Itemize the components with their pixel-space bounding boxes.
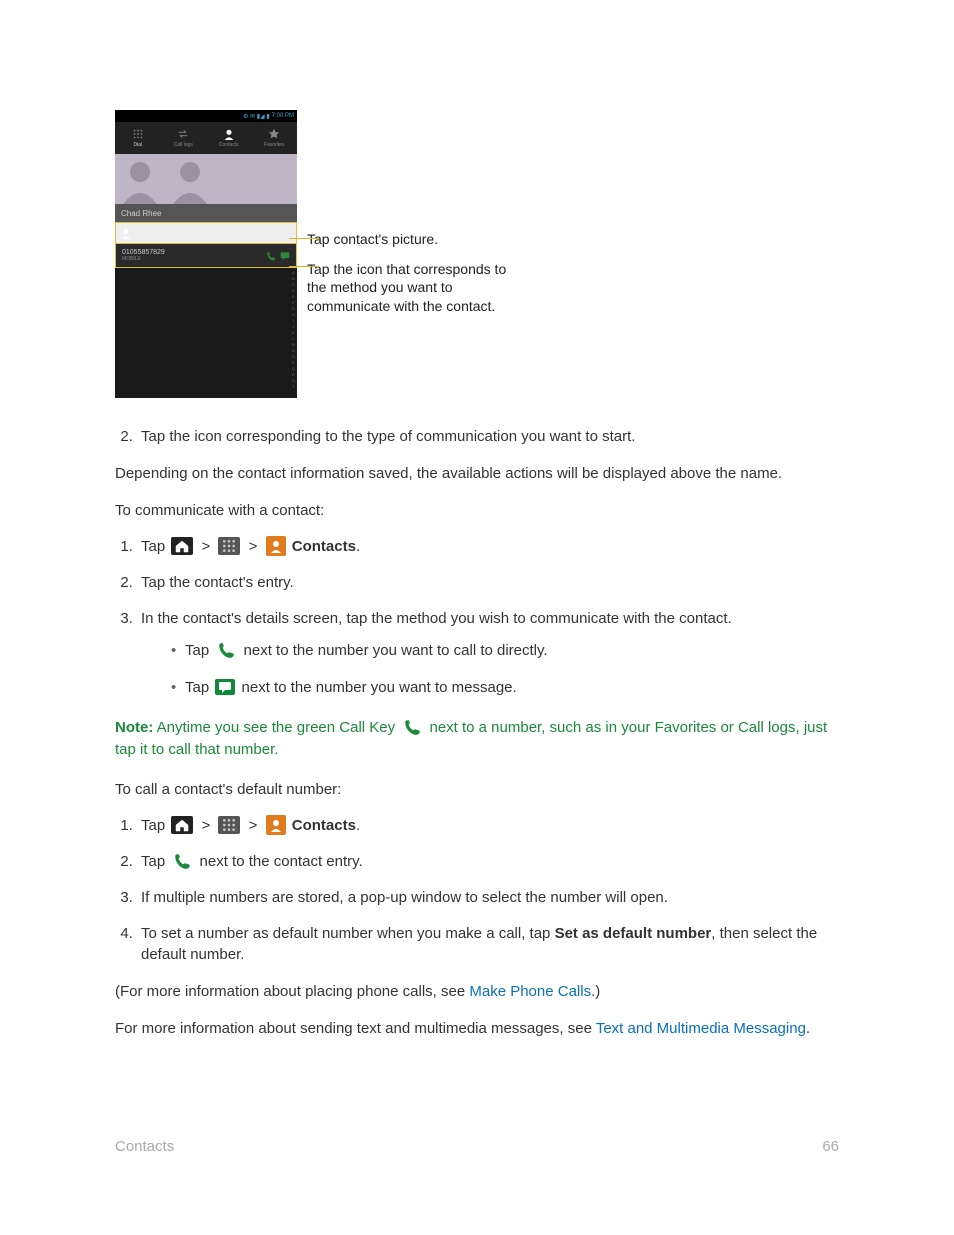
contact-name: Chad Rhee <box>115 204 297 222</box>
callouts: Tap contact's picture. Tap the icon that… <box>307 110 507 315</box>
para-default-number: To call a contact's default number: <box>115 779 839 801</box>
page-footer: Contacts 66 <box>115 1138 839 1155</box>
page: ⚙ ✉ ▮◢ ▮ 7:00 PM Dial Call logs Contacts… <box>0 0 954 1235</box>
apps-grid-icon <box>218 816 240 834</box>
home-icon <box>171 816 193 834</box>
note: Note: Anytime you see the green Call Key… <box>115 717 839 761</box>
tab-calllogs: Call logs <box>161 122 207 154</box>
default-step-2: Tap next to the contact entry. <box>137 851 839 873</box>
para-more-calls: (For more information about placing phon… <box>115 981 839 1003</box>
comm-bullet-call: Tap next to the number you want to call … <box>171 640 839 662</box>
contact-number: 01055857829 <box>122 249 262 256</box>
screenshot-figure: ⚙ ✉ ▮◢ ▮ 7:00 PM Dial Call logs Contacts… <box>115 110 839 398</box>
tab-dial: Dial <box>115 122 161 154</box>
footer-section: Contacts <box>115 1138 174 1155</box>
note-label: Note: <box>115 719 153 736</box>
default-step-1: Tap > > Contacts. <box>137 815 839 837</box>
phone-icon <box>171 852 193 870</box>
footer-page-number: 66 <box>822 1138 839 1155</box>
contacts-label: Contacts <box>292 817 356 834</box>
alpha-index: ABCDEFGHIJKLMNOPQRST <box>292 270 295 390</box>
status-bar: ⚙ ✉ ▮◢ ▮ 7:00 PM <box>115 110 297 122</box>
comm-step-1: Tap > > Contacts. <box>137 536 839 558</box>
comm-step-2: Tap the contact's entry. <box>137 572 839 594</box>
default-step-4: To set a number as default number when y… <box>137 923 839 967</box>
apps-grid-icon <box>218 537 240 555</box>
link-make-phone-calls[interactable]: Make Phone Calls <box>469 983 591 1000</box>
call-icon <box>266 251 276 261</box>
phone-tabs: Dial Call logs Contacts Favorites <box>115 122 297 154</box>
contacts-icon <box>266 815 286 835</box>
para-more-messaging: For more information about sending text … <box>115 1018 839 1040</box>
contacts-label: Contacts <box>292 538 356 555</box>
tab-contacts: Contacts <box>206 122 252 154</box>
para-depending: Depending on the contact information sav… <box>115 463 839 485</box>
callout-1: Tap contact's picture. <box>307 230 507 248</box>
link-text-mms[interactable]: Text and Multimedia Messaging <box>596 1020 806 1037</box>
phone-mockup: ⚙ ✉ ▮◢ ▮ 7:00 PM Dial Call logs Contacts… <box>115 110 297 398</box>
para-to-communicate: To communicate with a contact: <box>115 500 839 522</box>
contact-picture-row <box>115 154 297 204</box>
list-communicate: Tap > > Contacts. Tap the contact's entr… <box>115 536 839 699</box>
message-icon <box>215 679 235 695</box>
status-icons: ⚙ ✉ ▮◢ ▮ <box>243 113 270 120</box>
status-time: 7:00 PM <box>272 113 294 119</box>
tab-favorites: Favorites <box>252 122 298 154</box>
comm-bullet-message: Tap next to the number you want to messa… <box>171 677 839 699</box>
step-2: Tap the icon corresponding to the type o… <box>137 426 839 448</box>
contact-number-row: 01055857829 MOBILE <box>115 244 297 268</box>
callout-2: Tap the icon that corresponds to the met… <box>307 260 507 315</box>
top-list-cont: Tap the icon corresponding to the type o… <box>115 426 839 448</box>
message-icon <box>280 251 290 261</box>
list-default: Tap > > Contacts. Tap next to the contac… <box>115 815 839 966</box>
contact-number-label: MOBILE <box>122 256 262 262</box>
default-step-3: If multiple numbers are stored, a pop-up… <box>137 887 839 909</box>
contacts-icon <box>266 536 286 556</box>
home-icon <box>171 537 193 555</box>
call-key-icon <box>401 718 423 736</box>
comm-step-3: In the contact's details screen, tap the… <box>137 608 839 699</box>
contact-quick-icon <box>115 222 297 244</box>
phone-icon <box>215 641 237 659</box>
